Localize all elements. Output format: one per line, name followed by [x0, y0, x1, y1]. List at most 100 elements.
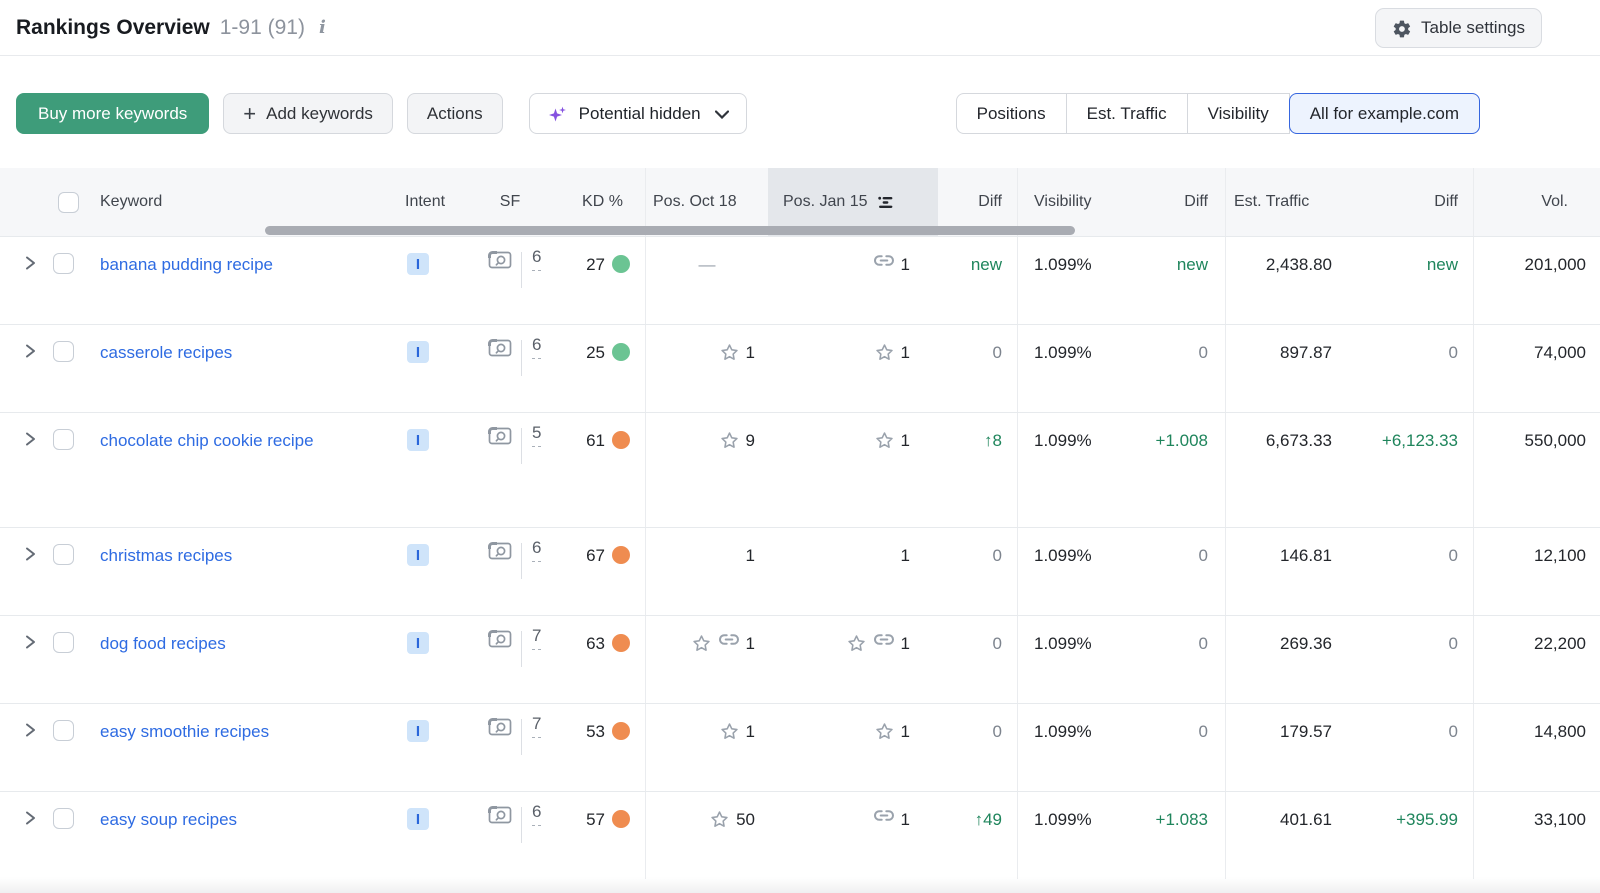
- traffic-diff-cell: 0: [1345, 528, 1473, 615]
- kd-value: 25: [586, 340, 605, 365]
- chevron-right-icon[interactable]: [22, 430, 38, 448]
- intent-badge[interactable]: I: [407, 253, 429, 275]
- keyword-link[interactable]: easy soup recipes: [100, 807, 237, 832]
- row-checkbox[interactable]: [53, 808, 74, 829]
- column-header-diff-traffic[interactable]: Diff: [1345, 168, 1473, 236]
- keyword-link[interactable]: casserole recipes: [100, 340, 232, 365]
- chevron-right-icon[interactable]: [22, 342, 38, 360]
- serp-analysis-icon[interactable]: [487, 248, 513, 272]
- kd-difficulty-dot: [612, 255, 630, 273]
- serp-analysis-icon[interactable]: [487, 627, 513, 651]
- kd-value: 67: [586, 543, 605, 568]
- actions-button[interactable]: Actions: [407, 93, 503, 134]
- pos-diff-cell: ↑8: [938, 413, 1017, 527]
- tab-positions[interactable]: Positions: [956, 93, 1067, 134]
- row-checkbox[interactable]: [53, 544, 74, 565]
- keyword-link[interactable]: easy smoothie recipes: [100, 719, 269, 744]
- keyword-cell: banana pudding recipe: [88, 237, 395, 324]
- row-checkbox[interactable]: [53, 429, 74, 450]
- row-checkbox[interactable]: [53, 720, 74, 741]
- visibility-value: 1.099%: [1034, 340, 1092, 365]
- intent-badge[interactable]: I: [407, 808, 429, 830]
- serp-analysis-icon[interactable]: [487, 803, 513, 827]
- kd-cell: 67: [560, 528, 645, 615]
- link-icon: [718, 633, 740, 646]
- table-settings-button[interactable]: Table settings: [1375, 8, 1542, 48]
- tab-est-traffic[interactable]: Est. Traffic: [1066, 93, 1188, 134]
- sf-count[interactable]: 6: [532, 801, 541, 826]
- chevron-right-icon[interactable]: [22, 254, 38, 272]
- star-icon: [846, 633, 867, 654]
- intent-badge[interactable]: I: [407, 632, 429, 654]
- select-all-checkbox[interactable]: [58, 192, 79, 213]
- diff-value: new: [1427, 252, 1458, 277]
- volume-value: 201,000: [1525, 252, 1586, 277]
- chevron-right-icon[interactable]: [22, 721, 38, 739]
- visibility-cell: 1.099%: [1017, 413, 1110, 527]
- pos-diff-cell: ↑49: [938, 792, 1017, 879]
- serp-features-cell: 6: [460, 792, 560, 879]
- volume-cell: 74,000: [1473, 325, 1600, 412]
- sf-count[interactable]: 7: [532, 713, 541, 738]
- header-checkbox-cell: [48, 168, 88, 236]
- keyword-link[interactable]: banana pudding recipe: [100, 252, 273, 277]
- intent-badge[interactable]: I: [407, 429, 429, 451]
- row-checkbox[interactable]: [53, 341, 74, 362]
- chevron-right-icon[interactable]: [22, 809, 38, 827]
- keyword-link[interactable]: christmas recipes: [100, 543, 232, 568]
- serp-analysis-icon[interactable]: [487, 336, 513, 360]
- diff-value: +1.008: [1156, 428, 1208, 453]
- pos-jan-15-cell: 1: [768, 616, 938, 703]
- position-value: —: [699, 252, 716, 277]
- serp-analysis-icon[interactable]: [487, 715, 513, 739]
- column-header-est-traffic[interactable]: Est. Traffic: [1225, 168, 1345, 236]
- serp-analysis-icon[interactable]: [487, 424, 513, 448]
- diff-value: new: [971, 252, 1002, 277]
- add-keywords-button[interactable]: + Add keywords: [223, 93, 393, 134]
- serp-features-cell: 6: [460, 237, 560, 324]
- intent-cell: I: [395, 616, 460, 703]
- chevron-right-icon[interactable]: [22, 545, 38, 563]
- horizontal-scrollbar-thumb[interactable]: [265, 226, 1075, 235]
- chevron-right-icon[interactable]: [22, 633, 38, 651]
- diff-value: +6,123.33: [1382, 428, 1458, 453]
- row-checkbox[interactable]: [53, 253, 74, 274]
- serp-features-cell: 5: [460, 413, 560, 527]
- tab-visibility[interactable]: Visibility: [1187, 93, 1290, 134]
- keyword-link[interactable]: chocolate chip cookie recipe: [100, 428, 314, 453]
- intent-badge[interactable]: I: [407, 720, 429, 742]
- visibility-diff-cell: 0: [1110, 616, 1225, 703]
- traffic-diff-cell: +395.99: [1345, 792, 1473, 879]
- buy-more-keywords-button[interactable]: Buy more keywords: [16, 93, 209, 134]
- intent-badge[interactable]: I: [407, 544, 429, 566]
- info-icon[interactable]: i: [319, 17, 326, 38]
- serp-analysis-icon[interactable]: [487, 539, 513, 563]
- column-header-diff-visibility[interactable]: Diff: [1110, 168, 1225, 236]
- pos-jan-15-label: Pos. Jan 15: [783, 193, 868, 211]
- sf-count[interactable]: 5: [532, 422, 541, 447]
- diff-value: 0: [1199, 631, 1208, 656]
- traffic-diff-cell: 0: [1345, 616, 1473, 703]
- est-traffic-cell: 146.81: [1225, 528, 1345, 615]
- star-icon: [719, 430, 740, 451]
- visibility-value: 1.099%: [1034, 252, 1092, 277]
- sf-count[interactable]: 6: [532, 537, 541, 562]
- potential-hidden-dropdown[interactable]: Potential hidden: [529, 93, 747, 134]
- intent-cell: I: [395, 528, 460, 615]
- sf-count[interactable]: 6: [532, 334, 541, 359]
- sf-count[interactable]: 6: [532, 246, 541, 271]
- keyword-link[interactable]: dog food recipes: [100, 631, 226, 656]
- row-checkbox[interactable]: [53, 632, 74, 653]
- sf-count[interactable]: 7: [532, 625, 541, 650]
- star-icon: [874, 721, 895, 742]
- header-expand-spacer: [0, 168, 48, 236]
- intent-cell: I: [395, 413, 460, 527]
- volume-cell: 14,800: [1473, 704, 1600, 791]
- pos-diff-cell: 0: [938, 616, 1017, 703]
- tab-all-for-domain[interactable]: All for example.com: [1289, 93, 1480, 134]
- diff-value: 0: [993, 543, 1002, 568]
- intent-badge[interactable]: I: [407, 341, 429, 363]
- column-header-volume[interactable]: Vol.: [1473, 168, 1600, 236]
- star-icon: [874, 430, 895, 451]
- star-icon: [874, 342, 895, 363]
